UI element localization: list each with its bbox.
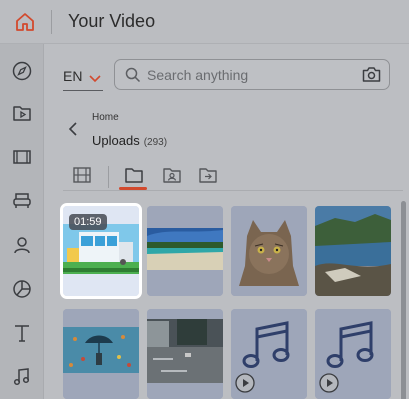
media-item-audio[interactable]: [315, 309, 391, 399]
breadcrumb[interactable]: Home: [92, 112, 119, 123]
camera-icon[interactable]: [362, 66, 381, 83]
search-box[interactable]: Search anything: [114, 59, 390, 90]
armchair-icon[interactable]: [11, 189, 33, 211]
home-icon[interactable]: [14, 11, 36, 33]
tabs-divider: [63, 190, 403, 191]
tab-divider: [108, 166, 109, 188]
media-item-audio[interactable]: [231, 309, 307, 399]
shared-folder-tab[interactable]: [197, 164, 219, 186]
folder-count: (293): [143, 137, 168, 148]
folder-tab[interactable]: [123, 164, 145, 186]
play-icon[interactable]: [319, 373, 339, 393]
scrollbar[interactable]: [401, 201, 406, 399]
pie-chart-icon[interactable]: [11, 278, 33, 300]
folder-title: Uploads (293): [92, 133, 167, 148]
text-icon[interactable]: [11, 322, 33, 344]
user-folder-tab[interactable]: [161, 164, 183, 186]
sidebar: [0, 44, 44, 399]
media-item-image[interactable]: [231, 206, 307, 296]
media-item-image[interactable]: [63, 309, 139, 399]
media-panel: EN Search anything Home Uploads (293) 01…: [44, 44, 409, 399]
person-icon[interactable]: [11, 234, 33, 256]
search-input[interactable]: Search anything: [147, 67, 248, 83]
search-icon: [125, 67, 141, 83]
video-duration-badge: 01:59: [69, 214, 107, 230]
language-underline: [63, 90, 103, 91]
music-icon[interactable]: [11, 366, 33, 388]
media-item-image[interactable]: [147, 309, 223, 399]
film-strip-tab[interactable]: [71, 164, 93, 186]
media-item-video[interactable]: 01:59: [60, 203, 142, 299]
folder-name: Uploads: [92, 133, 140, 148]
compass-icon[interactable]: [11, 60, 33, 82]
media-folder-icon[interactable]: [11, 102, 33, 124]
back-chevron-icon[interactable]: [68, 122, 78, 136]
language-select[interactable]: EN: [63, 68, 82, 84]
header-divider: [51, 10, 52, 34]
page-title: Your Video: [68, 11, 156, 31]
chevron-down-icon[interactable]: [89, 71, 101, 83]
film-icon[interactable]: [11, 146, 33, 168]
header-bar: Your Video: [0, 0, 409, 44]
play-icon[interactable]: [235, 373, 255, 393]
media-item-image[interactable]: [315, 206, 391, 296]
media-grid: 01:59: [60, 203, 403, 399]
media-item-image[interactable]: [147, 206, 223, 296]
